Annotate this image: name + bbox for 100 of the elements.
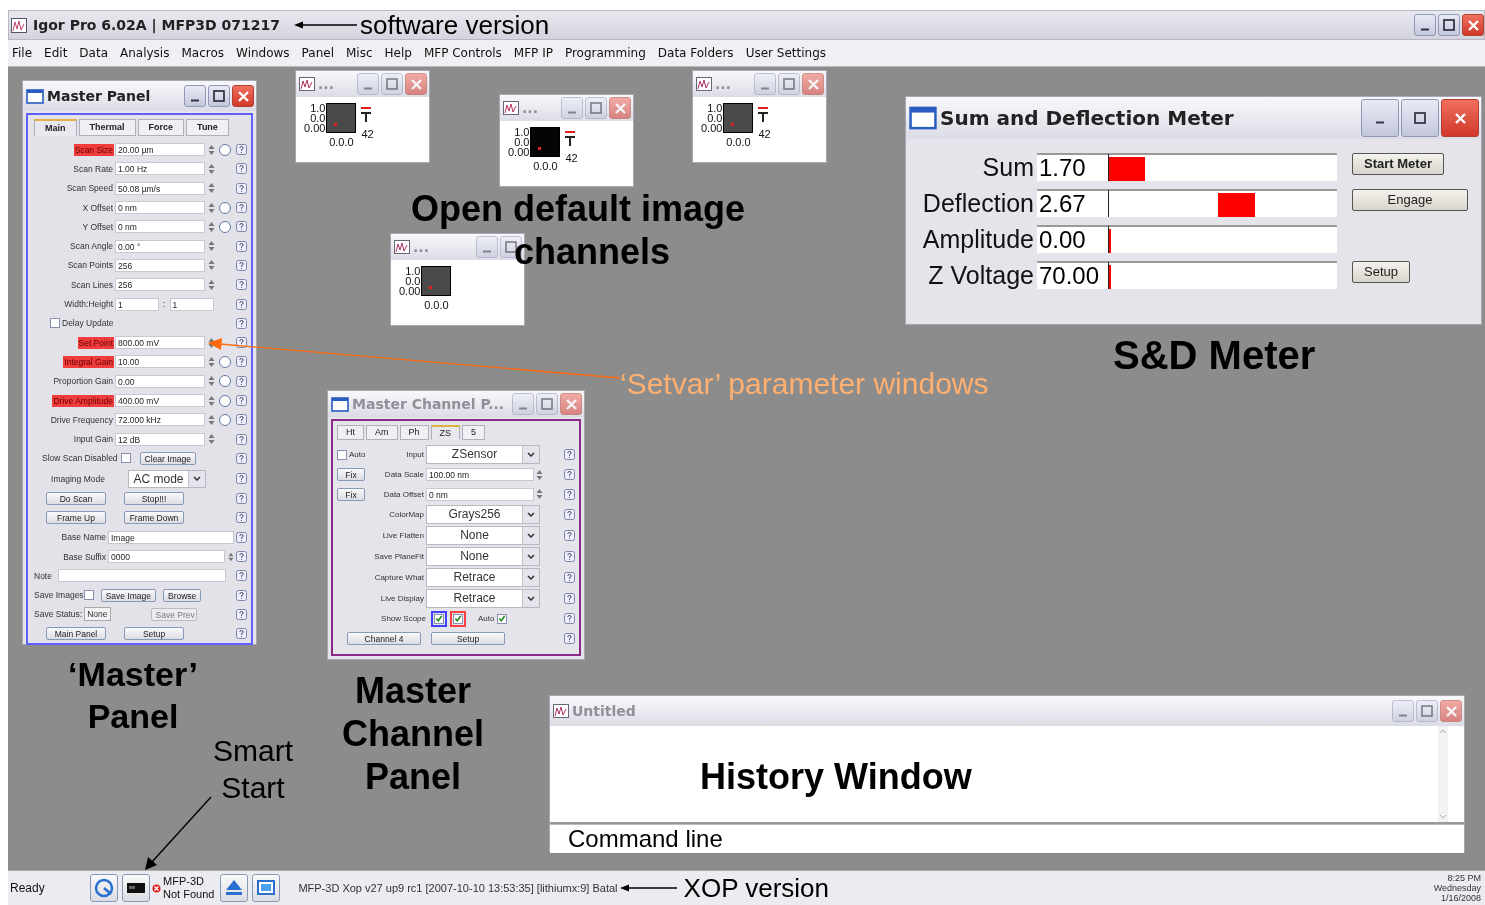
close-button[interactable]	[1462, 14, 1484, 36]
menu-item[interactable]: Panel	[301, 46, 334, 60]
button[interactable]: Save Image	[100, 588, 156, 602]
help-icon[interactable]	[236, 221, 247, 233]
stepper-icon[interactable]	[207, 394, 215, 407]
help-icon[interactable]	[236, 240, 247, 252]
stepper-icon[interactable]	[207, 259, 215, 272]
help-icon[interactable]	[236, 182, 247, 194]
help-icon[interactable]	[236, 628, 247, 640]
input-field[interactable]: Image	[108, 530, 234, 544]
input-field[interactable]: 256	[115, 258, 205, 272]
radio-button[interactable]	[219, 394, 231, 407]
input-field[interactable]: 1.00 Hz	[115, 162, 205, 176]
stepper-icon[interactable]	[207, 162, 215, 175]
button[interactable]: Clear Image	[139, 451, 196, 465]
help-icon[interactable]	[236, 414, 247, 426]
radio-button[interactable]	[219, 143, 231, 156]
stepper-icon[interactable]	[207, 278, 215, 291]
input-field[interactable]: 400.00 mV	[115, 394, 205, 407]
menu-item[interactable]: Windows	[236, 46, 290, 60]
button[interactable]: Browse	[163, 588, 202, 602]
menu-item[interactable]: Data	[79, 46, 108, 60]
button[interactable]: Frame Down	[124, 511, 184, 525]
button[interactable]: Stop!!!	[124, 492, 184, 506]
stepper-icon[interactable]	[207, 413, 215, 426]
help-icon[interactable]	[236, 531, 247, 543]
checkbox[interactable]	[120, 453, 131, 464]
help-icon[interactable]	[236, 589, 247, 601]
checkbox[interactable]	[50, 318, 60, 329]
maximize-button[interactable]	[1438, 14, 1460, 36]
button[interactable]: Start Meter	[1352, 153, 1444, 175]
stepper-icon[interactable]	[207, 143, 215, 156]
input-field[interactable]: 1	[115, 297, 159, 311]
help-icon[interactable]	[236, 433, 247, 445]
radio-button[interactable]	[219, 220, 231, 233]
stepper-icon[interactable]	[207, 433, 215, 446]
menu-item[interactable]: Macros	[181, 46, 225, 60]
stepper-icon[interactable]	[207, 336, 215, 349]
stepper-icon[interactable]	[207, 201, 215, 214]
help-icon[interactable]	[236, 259, 247, 271]
help-icon[interactable]	[236, 395, 247, 406]
input-field[interactable]	[58, 569, 226, 583]
button[interactable]: Do Scan	[46, 492, 106, 506]
menu-item[interactable]: Misc	[346, 46, 373, 60]
tab[interactable]: Main	[34, 119, 77, 136]
menu-item[interactable]: Edit	[44, 46, 68, 60]
button[interactable]: Setup	[124, 627, 184, 641]
help-icon[interactable]	[236, 551, 247, 563]
help-icon[interactable]	[236, 279, 247, 291]
checkbox[interactable]	[83, 590, 94, 601]
stepper-icon[interactable]	[207, 220, 215, 233]
help-icon[interactable]	[236, 493, 247, 505]
tab[interactable]: Thermal	[78, 119, 136, 136]
help-icon[interactable]	[236, 375, 247, 387]
menu-item[interactable]: User Settings	[745, 46, 826, 60]
dropdown[interactable]: AC mode	[128, 469, 206, 488]
button[interactable]: Engage	[1352, 189, 1468, 211]
input-field[interactable]: 0.00	[115, 374, 205, 388]
help-icon[interactable]	[236, 570, 247, 582]
help-icon[interactable]	[236, 317, 247, 329]
maximize-button[interactable]	[208, 85, 230, 107]
input-field[interactable]: 256	[115, 278, 205, 292]
help-icon[interactable]	[236, 202, 247, 214]
input-field[interactable]: 20.00 µm	[115, 143, 205, 157]
tab[interactable]: Tune	[186, 119, 229, 136]
menu-item[interactable]: File	[12, 46, 33, 60]
button[interactable]: Main Panel	[46, 627, 106, 641]
input-field[interactable]: 12 dB	[115, 432, 205, 446]
help-icon[interactable]	[236, 356, 247, 368]
input-field[interactable]: 1	[169, 297, 214, 311]
button[interactable]: Frame Up	[46, 511, 106, 525]
input-field[interactable]: 0 nm	[115, 201, 205, 215]
menu-item[interactable]: MFP IP	[513, 46, 553, 60]
help-icon[interactable]	[236, 473, 247, 485]
tab[interactable]: Force	[137, 119, 185, 136]
help-icon[interactable]	[236, 452, 247, 464]
stepper-icon[interactable]	[207, 375, 215, 388]
maximize-button[interactable]	[1401, 99, 1439, 137]
input-field[interactable]: 50.08 µm/s	[115, 181, 205, 195]
help-icon[interactable]	[236, 144, 247, 156]
help-icon[interactable]	[236, 608, 247, 620]
help-icon[interactable]	[236, 163, 247, 175]
radio-button[interactable]	[219, 413, 231, 426]
input-field[interactable]: 72.000 kHz	[115, 413, 205, 427]
help-icon[interactable]	[236, 337, 247, 349]
radio-button[interactable]	[219, 355, 231, 368]
menu-item[interactable]: Analysis	[120, 46, 170, 60]
stepper-icon[interactable]	[228, 550, 234, 563]
stepper-icon[interactable]	[207, 355, 215, 368]
close-button[interactable]	[232, 85, 254, 107]
button[interactable]: Setup	[1352, 261, 1410, 283]
input-field[interactable]: 0.00 °	[115, 239, 205, 253]
stepper-icon[interactable]	[207, 182, 215, 195]
radio-button[interactable]	[219, 201, 231, 214]
taskbar-button[interactable]	[122, 874, 150, 902]
input-field[interactable]: 0000	[108, 550, 226, 564]
menu-item[interactable]: Programming	[564, 46, 646, 60]
input-field[interactable]: 800.00 mV	[115, 336, 205, 350]
radio-button[interactable]	[219, 375, 231, 388]
stepper-icon[interactable]	[207, 240, 215, 253]
